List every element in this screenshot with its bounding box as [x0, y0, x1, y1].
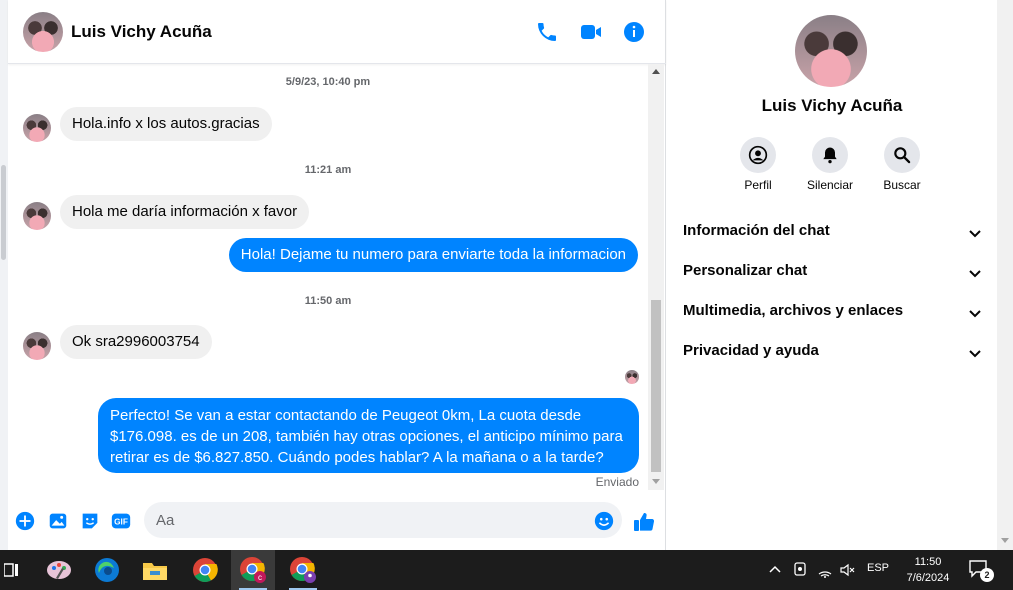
profile-avatar[interactable]: [795, 15, 867, 87]
section-label: Multimedia, archivos y enlaces: [683, 302, 904, 319]
chevron-up-icon[interactable]: [768, 564, 782, 574]
message-input[interactable]: [144, 502, 622, 538]
composer: GIF: [8, 492, 666, 550]
search-button[interactable]: Buscar: [870, 137, 934, 192]
message-avatar[interactable]: [23, 202, 51, 230]
profile-button[interactable]: Perfil: [726, 137, 790, 192]
search-icon: [894, 147, 911, 164]
profile-label: Perfil: [744, 178, 772, 192]
page-scrollbar[interactable]: [997, 0, 1013, 550]
taskbar: c ESP 11:50 7/6/2024 2: [0, 550, 1013, 590]
scroll-down-arrow-icon[interactable]: [652, 479, 660, 484]
mute-label: Silenciar: [806, 178, 854, 192]
video-icon[interactable]: [579, 20, 603, 44]
file-explorer-icon[interactable]: [133, 550, 177, 590]
message-line: $176.098. es de un 208, también hay otra…: [110, 428, 623, 445]
left-scrollbar[interactable]: [0, 0, 8, 550]
chrome-profile-icon[interactable]: c: [231, 550, 275, 590]
gif-icon[interactable]: GIF: [110, 510, 132, 532]
section-chat-info[interactable]: Información del chat: [683, 222, 983, 246]
chat-panel: Luis Vichy Acuña 5/9/23, 10:40 pm Hola.i…: [8, 0, 666, 550]
chevron-down-icon: [969, 230, 981, 238]
contact-name[interactable]: Luis Vichy Acuña: [71, 22, 212, 42]
incoming-message[interactable]: Ok sra2996003754: [60, 325, 212, 359]
info-icon[interactable]: [622, 20, 646, 44]
notification-badge: 2: [980, 568, 994, 582]
section-customize-chat[interactable]: Personalizar chat: [683, 262, 983, 286]
sticker-icon[interactable]: [79, 510, 101, 532]
notifications-button[interactable]: 2: [968, 558, 994, 584]
mute-button[interactable]: Silenciar: [798, 137, 862, 192]
sent-status: Enviado: [595, 475, 639, 489]
page-scroll-down-arrow-icon[interactable]: [1001, 538, 1009, 543]
section-media-files-links[interactable]: Multimedia, archivos y enlaces: [683, 302, 983, 326]
section-label: Personalizar chat: [683, 262, 808, 279]
photo-icon[interactable]: [47, 510, 69, 532]
chat-header: Luis Vichy Acuña: [8, 0, 666, 64]
paint-icon[interactable]: [37, 550, 81, 590]
chevron-down-icon: [969, 270, 981, 278]
incoming-message[interactable]: Hola me daría información x favor: [60, 195, 310, 229]
meet-now-icon[interactable]: [793, 562, 807, 578]
clock-time: 11:50: [914, 556, 942, 568]
incoming-message[interactable]: Hola.info x los autos.gracias: [60, 107, 272, 141]
timestamp: 11:50 am: [304, 295, 352, 307]
outgoing-message[interactable]: Hola! Dejame tu numero para enviarte tod…: [228, 238, 638, 272]
scroll-up-arrow-icon[interactable]: [652, 69, 660, 74]
svg-text:GIF: GIF: [114, 518, 128, 527]
message-line: retirar es de $6.827.850. Cuándo podes h…: [110, 449, 604, 466]
chrome-profile-2-icon[interactable]: [281, 550, 325, 590]
volume-muted-icon[interactable]: [839, 562, 855, 578]
message-avatar[interactable]: [23, 332, 51, 360]
left-scrollbar-thumb[interactable]: [1, 165, 6, 260]
chat-scrollbar-thumb[interactable]: [651, 300, 661, 472]
emoji-icon[interactable]: [593, 510, 615, 532]
message-avatar[interactable]: [23, 114, 51, 142]
timestamp: 5/9/23, 10:40 pm: [285, 76, 371, 88]
timestamp: 11:21 am: [304, 164, 352, 176]
contact-avatar[interactable]: [23, 12, 63, 52]
section-label: Privacidad y ayuda: [683, 342, 819, 359]
chat-scrollbar[interactable]: [648, 64, 664, 490]
plus-icon[interactable]: [14, 510, 36, 532]
seen-receipt-avatar: [625, 370, 639, 384]
bell-icon: [823, 147, 837, 164]
wifi-icon[interactable]: [817, 562, 833, 578]
task-view-icon[interactable]: [0, 550, 22, 590]
section-privacy-help[interactable]: Privacidad y ayuda: [683, 342, 983, 366]
section-label: Información del chat: [683, 222, 830, 239]
message-list: 5/9/23, 10:40 pm Hola.info x los autos.g…: [8, 64, 666, 492]
profile-name: Luis Vichy Acuña: [761, 96, 903, 115]
phone-icon[interactable]: [535, 20, 559, 44]
messenger-window: Luis Vichy Acuña 5/9/23, 10:40 pm Hola.i…: [0, 0, 1013, 550]
svg-text:c: c: [258, 573, 262, 582]
chrome-icon[interactable]: [183, 550, 227, 590]
like-icon[interactable]: [632, 510, 656, 534]
clock-date: 7/6/2024: [906, 572, 950, 584]
chat-info-panel: Luis Vichy Acuña Perfil Silenciar Buscar…: [667, 0, 997, 550]
message-line: Perfecto! Se van a estar contactando de …: [110, 407, 582, 424]
clock[interactable]: 11:50 7/6/2024: [900, 554, 956, 586]
edge-icon[interactable]: [85, 550, 129, 590]
chevron-down-icon: [969, 350, 981, 358]
search-label: Buscar: [883, 178, 921, 192]
profile-icon: [748, 145, 768, 165]
outgoing-message[interactable]: Perfecto! Se van a estar contactando de …: [98, 398, 639, 473]
language-indicator[interactable]: ESP: [867, 562, 889, 574]
chevron-down-icon: [969, 310, 981, 318]
